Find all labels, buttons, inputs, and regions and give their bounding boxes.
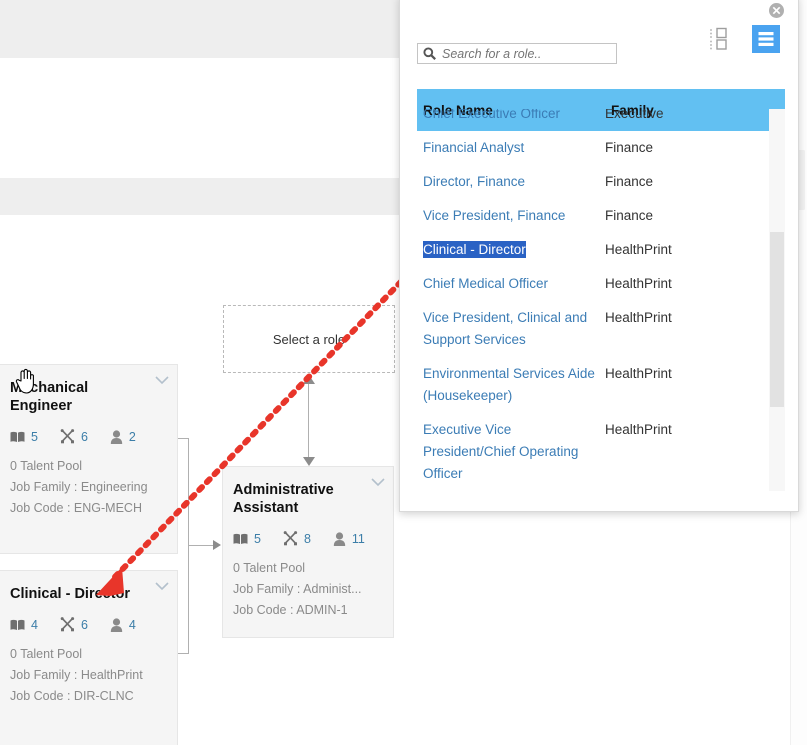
role-family-cell: HealthPrint: [605, 276, 672, 291]
search-input[interactable]: [440, 45, 604, 62]
org-card-stats: 4 6 4: [0, 603, 177, 632]
stat-tools-value: 8: [303, 531, 311, 546]
connector-vertical-select: [308, 382, 309, 462]
stat-tools: 8: [283, 531, 311, 546]
stat-person: 4: [110, 618, 136, 632]
role-list-scrollbar[interactable]: [769, 109, 785, 491]
role-family-cell: Finance: [605, 208, 654, 223]
role-name-cell[interactable]: Clinical - Director: [417, 239, 605, 261]
book-icon: [10, 619, 25, 630]
role-list: Chief Executive Officer Executive Financia…: [417, 109, 785, 491]
role-row[interactable]: Chief Medical Officer HealthPrint: [417, 267, 785, 301]
org-card-meta: 0 Talent Pool Job Family : Engineering J…: [0, 444, 177, 531]
person-icon: [110, 617, 123, 632]
tools-icon: [60, 617, 75, 632]
list-view-glyph: [758, 32, 774, 46]
job-code: Job Code : DIR-CLNC: [10, 689, 134, 703]
select-a-role-label: Select a role: [272, 331, 346, 347]
org-card-clinical-director[interactable]: Clinical - Director 4 6 4 0 Talent Pool …: [0, 570, 178, 745]
role-family-cell: HealthPrint: [605, 310, 672, 325]
org-card-meta: 0 Talent Pool Job Family : Administ... J…: [223, 546, 393, 633]
role-row[interactable]: Vice President, Clinical and Support Ser…: [417, 301, 785, 357]
role-family-cell: Executive: [605, 109, 664, 121]
stat-person-value: 2: [128, 429, 136, 444]
chevron-down-icon[interactable]: [155, 581, 169, 591]
connector-arrow-up: [303, 375, 315, 384]
stat-book: 5: [233, 532, 261, 546]
role-list-viewport: Chief Executive Officer Executive Financia…: [417, 109, 785, 491]
role-name-cell[interactable]: Financial Analyst: [417, 137, 605, 159]
stat-book: 4: [10, 618, 38, 632]
hand-cursor-icon: [15, 368, 34, 394]
stat-tools-value: 6: [80, 617, 88, 632]
role-family-cell: HealthPrint: [605, 242, 672, 257]
org-card-administrative-assistant[interactable]: Administrative Assistant 5 8 11 0 Talent…: [222, 466, 394, 638]
book-icon: [10, 431, 25, 442]
selected-role-text: Clinical - Director: [423, 241, 526, 258]
role-row[interactable]: Financial Analyst Finance: [417, 131, 785, 165]
job-code: Job Code : ENG-MECH: [10, 501, 142, 515]
job-code: Job Code : ADMIN-1: [233, 603, 348, 617]
stat-person-value: 4: [128, 617, 136, 632]
job-family: Job Family : Engineering: [10, 480, 148, 494]
stat-tools: 6: [60, 429, 88, 444]
org-card-title: Administrative Assistant: [233, 482, 334, 516]
role-name-cell[interactable]: Director, Finance: [417, 171, 605, 193]
connector-vertical-bracket: [188, 438, 189, 654]
book-icon: [233, 533, 248, 544]
role-name-cell[interactable]: Vice President, Clinical and Support Ser…: [417, 307, 605, 351]
role-family-cell: Finance: [605, 140, 654, 155]
stat-person-value: 11: [351, 531, 365, 546]
org-card-title: Clinical - Director: [10, 586, 131, 602]
stat-book: 5: [10, 430, 38, 444]
connector-arrow-down: [303, 457, 315, 466]
person-icon: [110, 429, 123, 444]
job-family: Job Family : Administ...: [233, 582, 362, 596]
role-family-cell: HealthPrint: [605, 422, 672, 437]
role-row[interactable]: Director, Finance Finance: [417, 165, 785, 199]
person-icon: [333, 531, 346, 546]
tile-view-icon[interactable]: [708, 27, 732, 51]
stat-person: 2: [110, 430, 136, 444]
search-icon: [423, 47, 436, 60]
role-row[interactable]: Clinical - Director HealthPrint: [417, 233, 785, 267]
role-family-cell: Finance: [605, 174, 654, 189]
talent-pool: 0 Talent Pool: [233, 561, 306, 575]
list-view-icon[interactable]: [752, 25, 780, 53]
org-card-meta: 0 Talent Pool Job Family : HealthPrint J…: [0, 632, 177, 719]
role-name-cell[interactable]: Chief Medical Officer: [417, 273, 605, 295]
view-toggle-group: [708, 25, 780, 53]
role-row[interactable]: Environmental Services Aide (Housekeeper…: [417, 357, 785, 413]
talent-pool: 0 Talent Pool: [10, 647, 83, 661]
role-picker-modal: Role Name Family Chief Executive Officer…: [399, 0, 799, 512]
role-family-cell: HealthPrint: [605, 366, 672, 381]
stat-person: 11: [333, 532, 365, 546]
stat-tools-value: 6: [80, 429, 88, 444]
stat-book-value: 4: [31, 617, 38, 632]
connector-arrow-admin: [213, 540, 221, 550]
connector-admin: [188, 545, 214, 546]
select-a-role-placeholder[interactable]: Select a role: [223, 305, 395, 373]
stat-book-value: 5: [254, 531, 261, 546]
tools-icon: [283, 531, 298, 546]
role-name-cell[interactable]: Vice President, Finance: [417, 205, 605, 227]
role-name-cell[interactable]: Environmental Services Aide (Housekeeper…: [417, 363, 605, 407]
chevron-down-icon[interactable]: [155, 375, 169, 385]
search-box[interactable]: [417, 43, 617, 64]
role-name-cell[interactable]: Chief Executive Officer: [417, 109, 605, 125]
stat-book-value: 5: [31, 429, 38, 444]
role-name-cell[interactable]: Executive Vice President/Chief Operating…: [417, 419, 605, 485]
role-list-scrollbar-thumb[interactable]: [770, 232, 784, 407]
close-circle-icon[interactable]: [768, 2, 785, 19]
role-row[interactable]: Chief Executive Officer Executive: [417, 109, 785, 131]
stat-tools: 6: [60, 617, 88, 632]
org-card-stats: 5 6 2: [0, 415, 177, 444]
chevron-down-icon[interactable]: [371, 477, 385, 487]
talent-pool: 0 Talent Pool: [10, 459, 83, 473]
role-row[interactable]: Vice President, Finance Finance: [417, 199, 785, 233]
job-family: Job Family : HealthPrint: [10, 668, 143, 682]
tools-icon: [60, 429, 75, 444]
role-row[interactable]: Executive Vice President/Chief Operating…: [417, 413, 785, 491]
org-card-stats: 5 8 11: [223, 517, 393, 546]
